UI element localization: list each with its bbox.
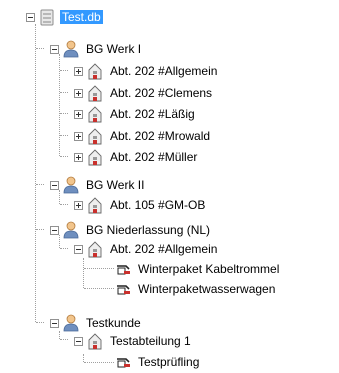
device-icon	[117, 285, 130, 295]
tree-node-department[interactable]: Abt. 202 #Mrowald	[74, 125, 212, 147]
collapse-toggle[interactable]	[50, 180, 59, 190]
collapse-toggle[interactable]	[26, 12, 35, 22]
tree-node-device[interactable]: Winterpaket Kabeltrommel	[115, 258, 281, 280]
department-icon	[88, 85, 102, 102]
department-icon	[88, 63, 102, 80]
department-icon	[88, 106, 102, 123]
expand-toggle[interactable]	[74, 109, 83, 119]
collapse-toggle[interactable]	[74, 244, 83, 254]
tree-node-department[interactable]: Abt. 202 #Läßig	[74, 103, 197, 125]
tree-node-label: Testprüfling	[138, 355, 200, 369]
department-icon	[88, 197, 102, 214]
tree-node-label: Abt. 202 #Läßig	[110, 107, 195, 121]
user-icon	[63, 221, 79, 239]
tree-node-label: BG Werk I	[86, 42, 142, 56]
expand-toggle[interactable]	[74, 66, 83, 76]
tree-connector-line	[83, 258, 84, 288]
tree-connector-line	[84, 288, 114, 289]
expand-toggle[interactable]	[74, 200, 83, 210]
expand-toggle[interactable]	[74, 131, 83, 141]
tree-node-department[interactable]: Abt. 202 #Allgemein	[74, 238, 219, 260]
expand-toggle[interactable]	[74, 88, 83, 98]
tree-node-label: Winterpaket Kabeltrommel	[138, 262, 280, 276]
department-icon	[88, 333, 102, 350]
tree-connector-line	[36, 322, 44, 323]
collapse-toggle[interactable]	[50, 225, 59, 235]
tree-connector-line	[60, 135, 68, 136]
tree-node-label: Testabteilung 1	[110, 334, 191, 348]
collapse-toggle[interactable]	[50, 44, 59, 54]
tree-node-label: BG Werk II	[86, 178, 145, 192]
tree-node-device[interactable]: Winterpaketwasserwagen	[115, 278, 277, 300]
tree-node-root[interactable]: Test.db	[26, 6, 103, 28]
tree-connector-line	[60, 248, 68, 249]
tree-connector-line	[36, 48, 44, 49]
tree-connector-line	[35, 24, 36, 322]
tree-node-label: Abt. 202 #Clemens	[110, 86, 213, 100]
tree-connector-line	[60, 70, 68, 71]
device-icon	[117, 265, 130, 275]
tree-connector-line	[84, 268, 114, 269]
tree-node-department[interactable]: Abt. 202 #Müller	[74, 146, 199, 168]
tree-connector-line	[84, 362, 114, 363]
tree-node-label: Abt. 202 #Mrowald	[110, 129, 211, 143]
department-icon	[88, 149, 102, 166]
tree-node-label: BG Niederlassung (NL)	[86, 223, 211, 237]
tree-connector-line	[83, 354, 84, 362]
database-icon	[40, 9, 54, 26]
tree-node-department[interactable]: Testabteilung 1	[74, 330, 193, 352]
tree-node-label: Abt. 202 #Müller	[110, 150, 198, 164]
tree-connector-line	[60, 339, 68, 340]
tree-view: Test.db BG Werk I Abt. 202 #Allgemein Ab…	[0, 0, 339, 372]
tree-node-department[interactable]: Abt. 105 #GM-OB	[74, 194, 207, 216]
tree-node-group[interactable]: BG Werk I	[50, 38, 143, 60]
user-icon	[63, 176, 79, 194]
tree-node-label: Test.db	[60, 10, 103, 24]
department-icon	[88, 128, 102, 145]
tree-node-label: Abt. 202 #Allgemein	[110, 242, 218, 256]
tree-node-label: Winterpaketwasserwagen	[138, 282, 276, 296]
tree-connector-line	[60, 156, 68, 157]
collapse-toggle[interactable]	[50, 318, 59, 328]
tree-connector-line	[60, 204, 68, 205]
department-icon	[88, 241, 102, 258]
tree-node-label: Abt. 105 #GM-OB	[110, 198, 206, 212]
tree-connector-line	[60, 92, 68, 93]
tree-node-department[interactable]: Abt. 202 #Clemens	[74, 82, 214, 104]
expand-toggle[interactable]	[74, 152, 83, 162]
tree-node-department[interactable]: Abt. 202 #Allgemein	[74, 60, 219, 82]
tree-connector-line	[60, 113, 68, 114]
tree-node-group[interactable]: BG Werk II	[50, 174, 146, 196]
tree-node-device[interactable]: Testprüfling	[115, 351, 201, 373]
tree-connector-line	[36, 184, 44, 185]
tree-node-label: Testkunde	[86, 316, 141, 330]
device-icon	[117, 358, 130, 368]
user-icon	[63, 40, 79, 58]
collapse-toggle[interactable]	[74, 336, 83, 346]
tree-node-label: Abt. 202 #Allgemein	[110, 64, 218, 78]
tree-connector-line	[36, 229, 44, 230]
